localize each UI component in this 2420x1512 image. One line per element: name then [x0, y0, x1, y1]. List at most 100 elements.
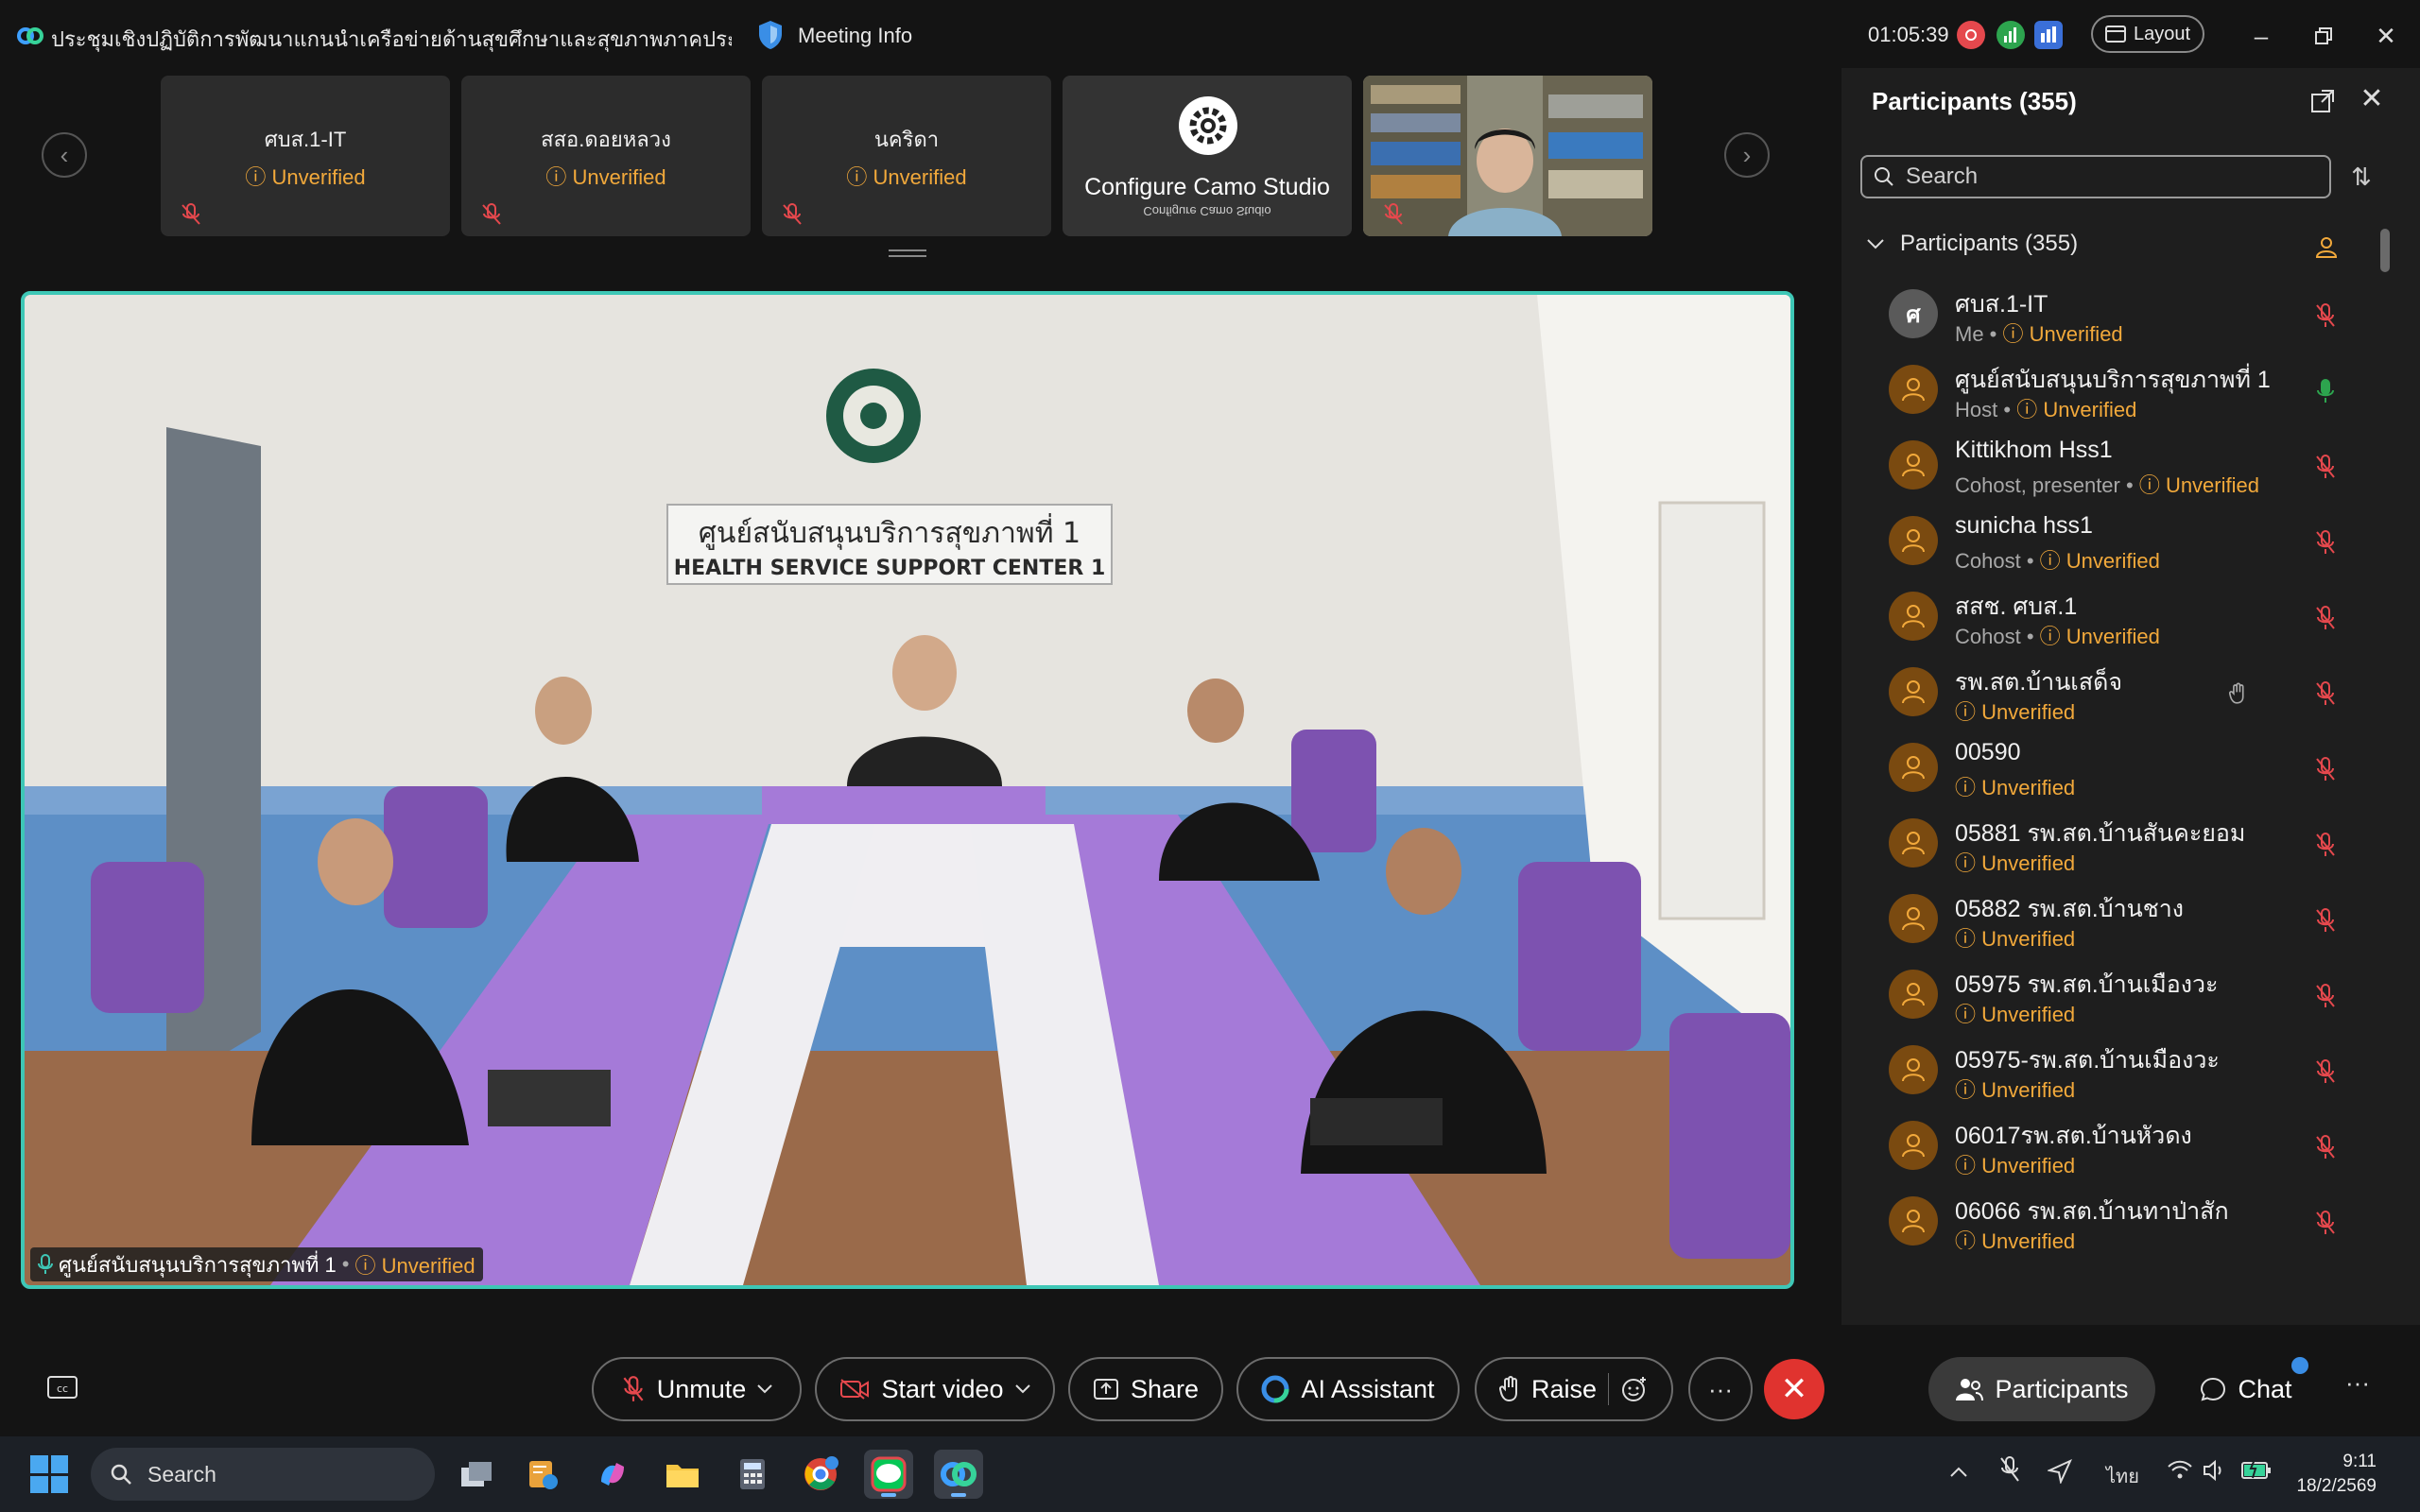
muted-mic-icon[interactable]: [2314, 605, 2337, 631]
participant-row[interactable]: 05975 รพ.สต.บ้านเมืองวะ ⓘ Unverified: [1841, 958, 2390, 1034]
muted-mic-icon[interactable]: [2314, 832, 2337, 858]
recording-icon[interactable]: [1957, 21, 1985, 49]
more-options-button[interactable]: ···: [1688, 1357, 1753, 1421]
muted-mic-icon[interactable]: [2314, 756, 2337, 782]
muted-mic-icon[interactable]: [2314, 680, 2337, 707]
participant-row[interactable]: sunicha hss1 Cohost • ⓘ Unverified: [1841, 505, 2390, 580]
conference-room-video: ศูนย์สนับสนุนบริการสุขภาพที่ 1 HEALTH SE…: [25, 295, 1790, 1285]
participant-row[interactable]: 00590 ⓘ Unverified: [1841, 731, 2390, 807]
participants-toggle-button[interactable]: Participants: [1928, 1357, 2155, 1421]
meeting-info-button[interactable]: Meeting Info: [798, 24, 912, 48]
strip-resize-handle[interactable]: [889, 249, 926, 257]
close-window-icon[interactable]: ✕: [2369, 19, 2403, 53]
raise-hand-icon: [1498, 1376, 1517, 1402]
file-explorer-icon[interactable]: [658, 1450, 707, 1499]
share-button[interactable]: Share: [1068, 1357, 1223, 1421]
muted-mic-icon[interactable]: [2314, 1058, 2337, 1085]
muted-mic-icon[interactable]: [2314, 454, 2337, 480]
participant-row[interactable]: สสช. ศบส.1 Cohost • ⓘ Unverified: [1841, 580, 2390, 656]
ai-assistant-icon: [1261, 1375, 1289, 1403]
chevron-up-icon[interactable]: [1949, 1459, 1968, 1486]
restore-icon[interactable]: [2307, 19, 2341, 53]
participant-row[interactable]: ศูนย์สนับสนุนบริการสุขภาพที่ 1 Host • ⓘ U…: [1841, 353, 2390, 429]
shield-icon[interactable]: [756, 19, 785, 51]
strip-prev-button[interactable]: ‹: [42, 132, 87, 178]
taskbar-search[interactable]: Search: [91, 1448, 435, 1501]
webex-app-icon[interactable]: [934, 1450, 983, 1499]
participant-status: ⓘ Unverified: [2016, 398, 2137, 421]
mic-on-icon[interactable]: [2314, 378, 2337, 404]
participant-row[interactable]: 06066 รพ.สต.บ้านทาป่าสัก ⓘ Unverified: [1841, 1185, 2390, 1249]
input-language[interactable]: ไทย: [2106, 1461, 2139, 1491]
video-tile[interactable]: นคริดา ⓘ Unverified: [762, 76, 1051, 236]
participant-row[interactable]: 05881 รพ.สต.บ้านสันคะยอม ⓘ Unverified: [1841, 807, 2390, 883]
strip-next-button[interactable]: ›: [1724, 132, 1770, 178]
muted-mic-icon[interactable]: [2314, 1210, 2337, 1236]
main-video[interactable]: ศูนย์สนับสนุนบริการสุขภาพที่ 1 HEALTH SE…: [21, 291, 1794, 1289]
muted-mic-icon: [783, 203, 802, 225]
system-clock[interactable]: 9:11 18/2/2569: [2244, 1450, 2377, 1499]
closed-captions-icon[interactable]: cc: [47, 1376, 78, 1400]
reactions-icon[interactable]: [1620, 1375, 1649, 1403]
video-tile[interactable]: ศบส.1-IT ⓘ Unverified: [161, 76, 450, 236]
participant-search[interactable]: [1860, 155, 2331, 198]
apps-icon[interactable]: [2034, 21, 2063, 49]
unmute-button[interactable]: Unmute: [592, 1357, 802, 1421]
participant-status: ⓘ Unverified: [2039, 625, 2160, 648]
participant-row[interactable]: ศศบส.1-IT Me • ⓘ Unverified: [1841, 278, 2390, 353]
minimize-icon[interactable]: –: [2244, 19, 2278, 53]
wifi-icon[interactable]: [2167, 1459, 2193, 1486]
participant-name: 00590: [1955, 739, 2021, 765]
search-input[interactable]: [1906, 163, 2303, 190]
start-video-button[interactable]: Start video: [815, 1357, 1055, 1421]
chevron-down-icon[interactable]: [757, 1384, 772, 1394]
video-tile-camera[interactable]: [1363, 76, 1652, 236]
participant-name: sunicha hss1: [1955, 512, 2093, 539]
network-stats-icon[interactable]: [1996, 21, 2025, 49]
location-icon[interactable]: [2046, 1458, 2073, 1490]
muted-mic-icon[interactable]: [2314, 907, 2337, 934]
chrome-icon[interactable]: [796, 1450, 845, 1499]
chevron-down-icon[interactable]: [1014, 1384, 1030, 1394]
line-app-icon[interactable]: [864, 1450, 913, 1499]
sort-icon[interactable]: ⇅: [2346, 163, 2377, 193]
clock-time: 9:11: [2342, 1452, 2377, 1471]
section-label: Participants (355): [1900, 231, 2079, 256]
muted-mic-icon[interactable]: [2314, 529, 2337, 556]
calculator-icon[interactable]: [728, 1450, 777, 1499]
raise-hand-button[interactable]: Raise: [1475, 1357, 1673, 1421]
participant-row[interactable]: 05882 รพ.สต.บ้านชาง ⓘ Unverified: [1841, 883, 2390, 958]
tile-name: สสอ.ดอยหลวง: [541, 128, 671, 151]
panel-scrollbar[interactable]: [2380, 229, 2390, 272]
copilot-icon[interactable]: [588, 1450, 637, 1499]
person-warning-icon[interactable]: [2314, 234, 2339, 259]
chat-button[interactable]: Chat: [2189, 1357, 2303, 1421]
participant-row[interactable]: 06017รพ.สต.บ้านหัวดง ⓘ Unverified: [1841, 1109, 2390, 1185]
video-tile[interactable]: สสอ.ดอยหลวง ⓘ Unverified: [461, 76, 751, 236]
participants-list: ศศบส.1-IT Me • ⓘ Unverified ศูนย์สนับสนุนบ…: [1841, 278, 2390, 1249]
muted-mic-icon[interactable]: [2314, 302, 2337, 329]
close-panel-icon[interactable]: ✕: [2358, 85, 2386, 113]
participant-row[interactable]: 05975-รพ.สต.บ้านเมืองวะ ⓘ Unverified: [1841, 1034, 2390, 1109]
more-icon[interactable]: ···: [2339, 1368, 2377, 1406]
mic-muted-tray-icon[interactable]: [1998, 1455, 2021, 1490]
layout-button[interactable]: Layout: [2091, 15, 2204, 53]
muted-mic-icon[interactable]: [2314, 983, 2337, 1009]
os-taskbar: Search ไทย 9:11 18/2/2569: [0, 1436, 2420, 1512]
avatar: [1889, 1121, 1938, 1170]
leave-meeting-button[interactable]: ✕: [1764, 1359, 1824, 1419]
windows-start-icon[interactable]: [30, 1455, 68, 1493]
camo-tile[interactable]: Configure Camo Studio Configure Camo Stu…: [1063, 76, 1352, 236]
participant-row[interactable]: Kittikhom Hss1 Cohost, presenter • ⓘ Unve…: [1841, 429, 2390, 505]
taskbar-search-label: Search: [147, 1461, 216, 1486]
snipping-tool-icon[interactable]: [518, 1450, 567, 1499]
muted-mic-icon[interactable]: [2314, 1134, 2337, 1160]
task-view-icon[interactable]: [452, 1450, 501, 1499]
participant-row[interactable]: รพ.สต.บ้านเสด็จ ⓘ Unverified: [1841, 656, 2390, 731]
volume-icon[interactable]: [2203, 1459, 2227, 1488]
participants-section-header[interactable]: Participants (355): [1866, 231, 2078, 257]
panel-title: Participants (355): [1872, 87, 2077, 115]
ai-assistant-button[interactable]: AI Assistant: [1236, 1357, 1460, 1421]
active-app-indicator: [951, 1493, 966, 1497]
popout-icon[interactable]: [2308, 87, 2337, 115]
